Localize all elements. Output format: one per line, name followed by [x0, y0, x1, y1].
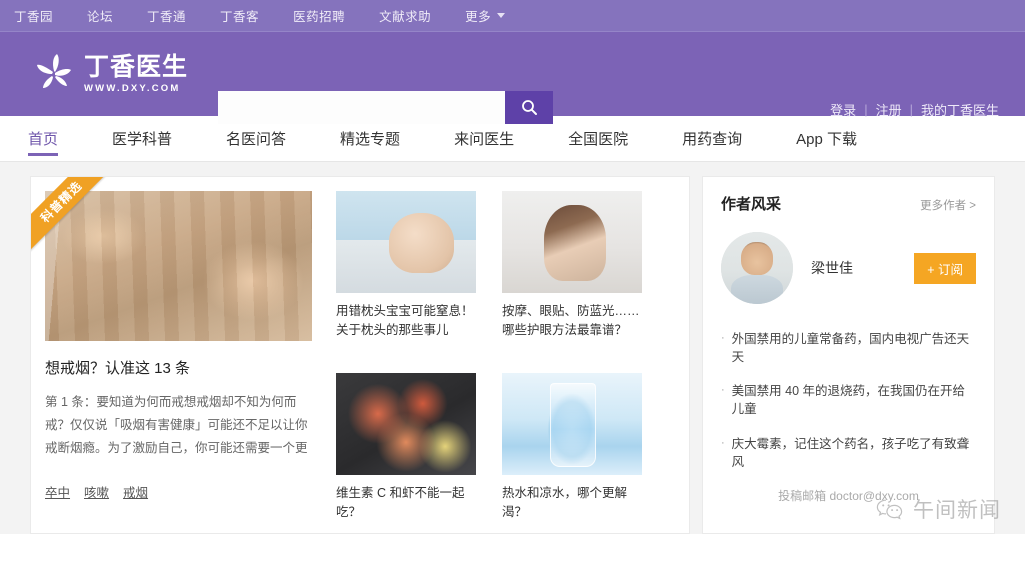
article-card-title[interactable]: 热水和凉水，哪个更解渴？: [502, 484, 642, 523]
list-item-label: 外国禁用的儿童常备药，国内电视广告还天天: [731, 332, 970, 365]
featured-article-image[interactable]: [45, 191, 312, 341]
article-card[interactable]: 热水和凉水，哪个更解渴？: [502, 373, 642, 533]
topbar-item-dingxiangyuan[interactable]: 丁香园: [14, 6, 53, 25]
leaf-flower-logo-icon: [32, 52, 76, 96]
main-navigation: 首页 医学科普 名医问答 精选专题 来问医生 全国医院 用药查询 App 下载: [0, 116, 1025, 162]
article-card[interactable]: 用错枕头宝宝可能窒息！关于枕头的那些事儿: [336, 191, 476, 351]
sidebar-title: 作者风采: [721, 196, 782, 213]
more-authors-link[interactable]: 更多作者 >: [920, 197, 976, 213]
topbar-item-more[interactable]: 更多: [465, 6, 506, 25]
topbar-item-dingxiangtong[interactable]: 丁香通: [147, 6, 186, 25]
submission-email: 投稿邮箱 doctor@dxy.com: [778, 488, 919, 503]
article-card-title[interactable]: 用错枕头宝宝可能窒息！关于枕头的那些事儿: [336, 302, 476, 341]
nav-item-drug-search[interactable]: 用药查询: [682, 116, 742, 161]
list-item[interactable]: · 美国禁用 40 年的退烧药，在我国仍在开给儿童: [721, 382, 976, 418]
list-item[interactable]: · 外国禁用的儿童常备药，国内电视广告还天天: [721, 330, 976, 366]
nav-item-ask-doctor[interactable]: 来问医生: [454, 116, 514, 161]
list-item[interactable]: · 庆大霉素，记住这个药名，孩子吃了有致聋风: [721, 435, 976, 471]
chevron-down-icon: [497, 13, 506, 18]
woman-eyes-photo: [502, 191, 642, 293]
baby-pillow-photo: [336, 191, 476, 293]
article-card-title[interactable]: 维生素 C 和虾不能一起吃？: [336, 484, 476, 523]
topbar-item-literature[interactable]: 文献求助: [379, 6, 431, 25]
list-item-label: 庆大霉素，记住这个药名，孩子吃了有致聋风: [731, 436, 970, 469]
author-sidebar: 作者风采 更多作者 > 梁世佳 + 订阅 · 外国禁用的儿童常备药，国内电视广告…: [702, 176, 995, 534]
nav-item-hospitals[interactable]: 全国医院: [568, 116, 628, 161]
article-card-image[interactable]: [502, 373, 642, 475]
nav-item-app-download[interactable]: App 下载: [796, 116, 857, 161]
nav-item-medical-science[interactable]: 医学科普: [112, 116, 172, 161]
tag-quit-smoking[interactable]: 戒烟: [123, 482, 148, 501]
featured-article-tags: 卒中 咳嗽 戒烟: [45, 482, 312, 501]
header-link-divider-1: |: [864, 102, 868, 117]
author-portrait-photo: [721, 232, 793, 304]
article-card[interactable]: 按摩、眼贴、防蓝光……哪些护眼方法最靠谱？: [502, 191, 642, 351]
featured-article-excerpt: 第 1 条：要知道为何而戒想戒烟却不知为何而戒？仅仅说「吸烟有害健康」可能还不足…: [45, 395, 308, 456]
page-body: 科普精选 想戒烟？认准这 13 条 第 1 条：要知道为何而戒想戒烟却不知为何而…: [0, 162, 1025, 534]
article-card-image[interactable]: [336, 191, 476, 293]
article-card-image[interactable]: [336, 373, 476, 475]
shrimp-plate-photo: [336, 373, 476, 475]
sidebar-header: 作者风采 更多作者 >: [721, 193, 976, 214]
list-item-label: 美国禁用 40 年的退烧药，在我国仍在开给儿童: [731, 384, 966, 417]
article-card-title[interactable]: 按摩、眼贴、防蓝光……哪些护眼方法最靠谱？: [502, 302, 642, 341]
logo-title: 丁香医生: [84, 52, 189, 81]
featured-article[interactable]: 想戒烟？认准这 13 条 第 1 条：要知道为何而戒想戒烟却不知为何而戒？仅仅说…: [45, 191, 312, 519]
topbar-item-jobs[interactable]: 医药招聘: [293, 6, 345, 25]
author-article-list: · 外国禁用的儿童常备药，国内电视广告还天天 · 美国禁用 40 年的退烧药，在…: [721, 330, 976, 471]
logo-subtitle: WWW.DXY.COM: [84, 83, 181, 95]
article-card[interactable]: 维生素 C 和虾不能一起吃？: [336, 373, 476, 533]
site-header: 丁香医生 WWW.DXY.COM 登录 | 注册 | 我的丁香医生: [0, 32, 1025, 124]
nav-item-home[interactable]: 首页: [28, 116, 59, 161]
bullet-icon: ·: [721, 436, 725, 449]
bullet-icon: ·: [721, 332, 725, 344]
topbar-item-forum[interactable]: 论坛: [87, 6, 113, 25]
tag-cough[interactable]: 咳嗽: [84, 482, 109, 501]
bullet-icon: ·: [721, 384, 725, 397]
content-panel: 科普精选 想戒烟？认准这 13 条 第 1 条：要知道为何而戒想戒烟却不知为何而…: [30, 176, 690, 534]
author-name[interactable]: 梁世佳: [811, 258, 914, 278]
article-card-grid: 用错枕头宝宝可能窒息！关于枕头的那些事儿 按摩、眼贴、防蓝光……哪些护眼方法最靠…: [336, 191, 642, 519]
featured-article-title[interactable]: 想戒烟？认准这 13 条: [45, 358, 312, 379]
my-account-link[interactable]: 我的丁香医生: [921, 100, 999, 119]
cigarette-bottle-photo: [45, 191, 312, 341]
article-card-image[interactable]: [502, 191, 642, 293]
tag-stroke[interactable]: 卒中: [45, 482, 70, 501]
avatar[interactable]: [721, 232, 793, 304]
header-link-divider-2: |: [909, 102, 913, 117]
subscribe-button[interactable]: + 订阅: [914, 252, 976, 284]
site-logo[interactable]: 丁香医生 WWW.DXY.COM: [32, 52, 188, 96]
author-row: 梁世佳 + 订阅: [721, 232, 976, 304]
nav-item-expert-qa[interactable]: 名医问答: [226, 116, 286, 161]
top-utility-bar: 丁香园 论坛 丁香通 丁香客 医药招聘 文献求助 更多: [0, 0, 1025, 32]
topbar-more-label: 更多: [465, 10, 492, 24]
register-link[interactable]: 注册: [876, 100, 902, 119]
water-glass-photo: [502, 373, 642, 475]
topbar-item-dingxiangke[interactable]: 丁香客: [220, 6, 259, 25]
search-icon: [521, 100, 537, 115]
nav-item-featured-topics[interactable]: 精选专题: [340, 116, 400, 161]
